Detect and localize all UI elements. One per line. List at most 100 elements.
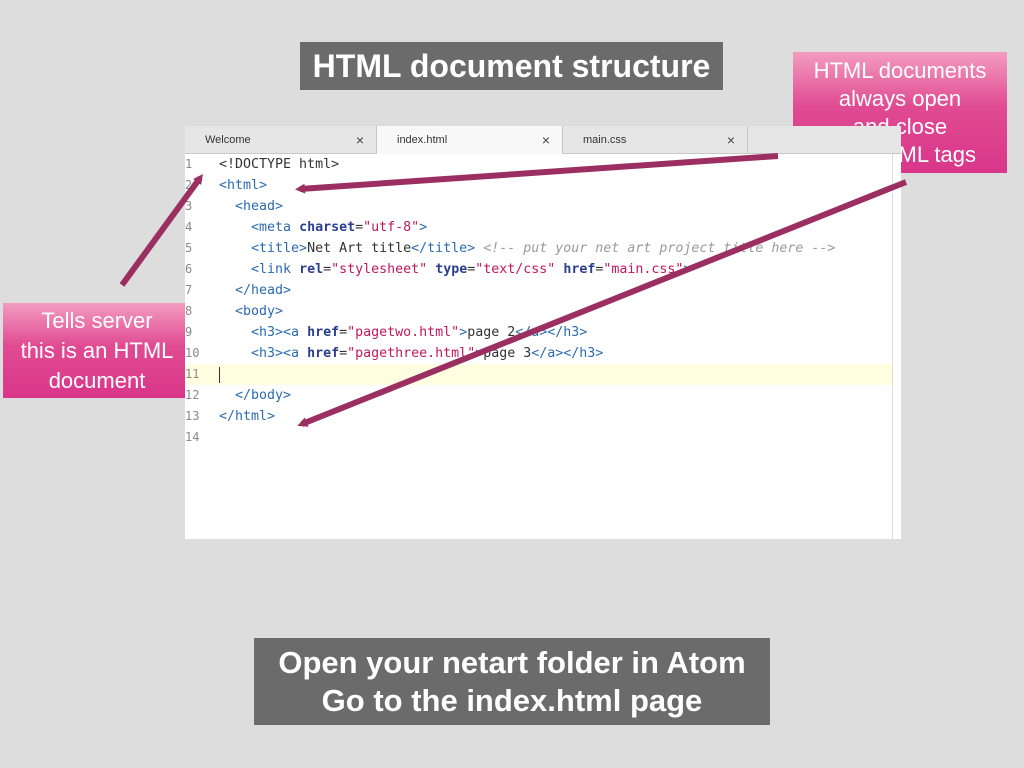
code-text: <h3><a href="pagetwo.html">page 2</a></h…	[219, 322, 587, 343]
line-number: 5	[185, 241, 193, 255]
code-token: <!-- put your net art project title here…	[483, 241, 836, 256]
code-text: <body>	[219, 301, 283, 322]
code-line[interactable]: 7 </head>	[185, 280, 892, 301]
line-number: 13	[185, 409, 200, 423]
code-line[interactable]: 10 <h3><a href="pagethree.html">page 3</…	[185, 343, 892, 364]
code-token: "text/css"	[475, 262, 556, 277]
code-token: =	[339, 325, 348, 340]
code-line[interactable]: 3 <head>	[185, 196, 892, 217]
code-line[interactable]: 6 <link rel="stylesheet" type="text/css"…	[185, 259, 892, 280]
line-number: 6	[185, 262, 193, 276]
code-token: >	[419, 220, 428, 235]
code-token: <body>	[219, 304, 284, 319]
tab-index-html[interactable]: index.html ×	[377, 126, 563, 154]
code-token: </head>	[219, 283, 292, 298]
code-token: "pagetwo.html"	[347, 325, 460, 340]
code-line[interactable]: 5 <title>Net Art title</title> <!-- put …	[185, 238, 892, 259]
code-token: <meta	[219, 220, 300, 235]
code-text: <meta charset="utf-8">	[219, 217, 427, 238]
instruction-box: Open your netart folder in Atom Go to th…	[254, 638, 770, 725]
atom-editor-window: Welcome × index.html × main.css × 1 <!DOC…	[185, 126, 901, 539]
code-token: =	[339, 346, 348, 361]
code-token: =	[323, 262, 332, 277]
editor-tab-bar: Welcome × index.html × main.css ×	[185, 126, 901, 154]
code-text: </body>	[219, 385, 291, 406]
code-token: <h3><a	[219, 346, 308, 361]
code-line[interactable]: 14	[185, 427, 892, 448]
code-token: type	[435, 262, 468, 277]
code-line[interactable]: 9 <h3><a href="pagetwo.html">page 2</a><…	[185, 322, 892, 343]
code-token: page 3	[483, 346, 532, 361]
code-token: </html>	[219, 409, 276, 424]
close-icon[interactable]: ×	[356, 132, 364, 148]
code-text: <title>Net Art title</title> <!-- put yo…	[219, 238, 835, 259]
code-text: </head>	[219, 280, 291, 301]
code-token: href	[307, 325, 340, 340]
code-token: "pagethree.html"	[347, 346, 476, 361]
code-token: href	[563, 262, 596, 277]
callout-line: document	[48, 367, 146, 393]
code-text: <h3><a href="pagethree.html">page 3</a><…	[219, 343, 603, 364]
code-line[interactable]: 8 <body>	[185, 301, 892, 322]
line-number: 14	[185, 430, 200, 444]
callout-line: always open	[838, 85, 962, 111]
code-line[interactable]: 12 </body>	[185, 385, 892, 406]
close-icon[interactable]: ×	[542, 132, 550, 148]
code-text: <!DOCTYPE html>	[219, 154, 339, 175]
code-line[interactable]: 1 <!DOCTYPE html>	[185, 154, 892, 175]
code-editor[interactable]: 1 <!DOCTYPE html> 2 <html> 3 <head> 4 <meta c…	[185, 154, 901, 539]
callout-doctype: Tells server this is an HTML document	[3, 303, 191, 398]
code-token: <link	[219, 262, 300, 277]
tab-label: main.css	[583, 133, 627, 146]
code-token: >	[683, 262, 692, 277]
code-token: rel	[299, 262, 324, 277]
code-line[interactable]: 13 </html>	[185, 406, 892, 427]
instruction-line: Go to the index.html page	[321, 682, 703, 718]
close-icon[interactable]: ×	[727, 132, 735, 148]
text-cursor	[219, 367, 220, 383]
line-number: 8	[185, 304, 193, 318]
line-number: 2	[185, 178, 193, 192]
callout-line: this is an HTML	[20, 337, 174, 363]
code-text: </html>	[219, 406, 275, 427]
code-token: <title>	[219, 241, 308, 256]
code-token: Net Art title	[307, 241, 412, 256]
code-text: <html>	[219, 175, 267, 196]
line-number: 10	[185, 346, 200, 360]
code-token: "stylesheet"	[331, 262, 428, 277]
line-number: 4	[185, 220, 193, 234]
callout-line: Tells server	[41, 307, 153, 333]
code-token: charset	[299, 220, 356, 235]
code-token: <h3><a	[219, 325, 308, 340]
line-number: 12	[185, 388, 200, 402]
code-token: <html>	[219, 178, 268, 193]
line-number: 11	[185, 367, 200, 381]
code-line[interactable]: 11	[185, 364, 901, 385]
tab-label: index.html	[397, 134, 448, 146]
line-number: 1	[185, 157, 193, 171]
tab-main-css[interactable]: main.css ×	[563, 126, 748, 153]
code-token: "main.css"	[603, 262, 684, 277]
line-number: 9	[185, 325, 193, 339]
code-token: "utf-8"	[363, 220, 420, 235]
instruction-line: Open your netart folder in Atom	[278, 644, 746, 680]
code-token: =	[355, 220, 364, 235]
code-token: >	[459, 325, 468, 340]
line-number: 3	[185, 199, 193, 213]
code-line[interactable]: 4 <meta charset="utf-8">	[185, 217, 892, 238]
slide-title: HTML document structure	[300, 42, 723, 90]
vertical-scrollbar[interactable]	[892, 154, 901, 539]
code-line[interactable]: 2 <html>	[185, 175, 892, 196]
code-token: <head>	[219, 199, 284, 214]
tab-welcome[interactable]: Welcome ×	[185, 126, 377, 153]
code-token: </a></h3>	[531, 346, 604, 361]
code-text: <link rel="stylesheet" type="text/css" h…	[219, 259, 691, 280]
line-number: 7	[185, 283, 193, 297]
code-token: </a></h3>	[515, 325, 588, 340]
code-token: href	[307, 346, 340, 361]
code-text: <head>	[219, 196, 283, 217]
code-token: <!DOCTYPE html>	[219, 157, 340, 172]
code-token: page 2	[467, 325, 516, 340]
